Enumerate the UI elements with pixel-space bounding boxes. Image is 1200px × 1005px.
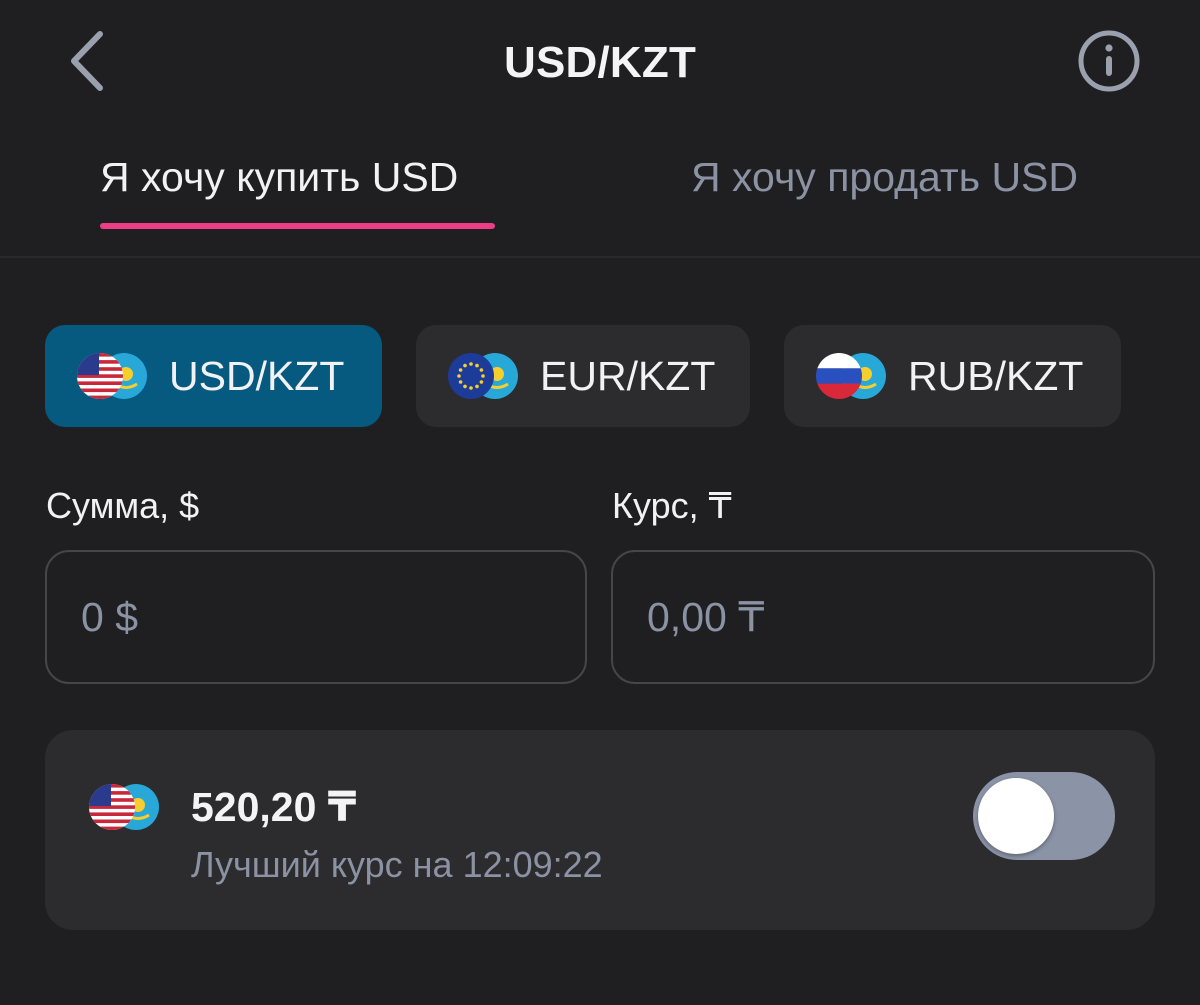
info-icon [1078,30,1140,92]
rate-input[interactable]: 0,00 ₸ [611,550,1155,684]
best-rate-caption: Лучший курс на 12:09:22 [191,844,603,885]
currency-pair-icons [448,352,520,400]
amount-label: Сумма, $ [46,485,200,526]
best-rate-card: 520,20 ₸ Лучший курс на 12:09:22 [45,730,1155,930]
pair-chip-rub-kzt[interactable]: RUB/KZT [784,325,1121,427]
currency-pair-icons [89,782,165,832]
best-rate-toggle[interactable] [973,772,1115,860]
tab-bar: Я хочу купить USD Я хочу продать USD [0,140,1200,258]
pair-label: USD/KZT [169,352,345,399]
best-rate-value: 520,20 ₸ [191,784,357,830]
info-button[interactable] [1076,28,1142,94]
currency-pair-icons [816,352,888,400]
ru-flag-icon [816,353,862,399]
currency-pair-selector: USD/KZT EUR/KZT RUB/KZT [0,325,1200,427]
rate-label: Курс, ₸ [612,485,732,526]
tab-sell[interactable]: Я хочу продать USD [691,154,1078,201]
amount-input[interactable]: 0 $ [45,550,587,684]
page-title: USD/KZT [503,38,697,87]
currency-pair-icons [77,352,149,400]
tab-buy[interactable]: Я хочу купить USD [100,154,458,201]
us-flag-icon [89,784,135,830]
eu-flag-icon [448,353,494,399]
active-tab-indicator [100,223,495,229]
header: USD/KZT [0,0,1200,130]
us-flag-icon [77,353,123,399]
rate-placeholder: 0,00 ₸ [647,594,765,640]
pair-label: RUB/KZT [908,352,1084,399]
pair-chip-usd-kzt[interactable]: USD/KZT [45,325,382,427]
pair-chip-eur-kzt[interactable]: EUR/KZT [416,325,750,427]
pair-label: EUR/KZT [540,352,716,399]
toggle-knob [978,778,1054,854]
amount-placeholder: 0 $ [81,593,138,640]
